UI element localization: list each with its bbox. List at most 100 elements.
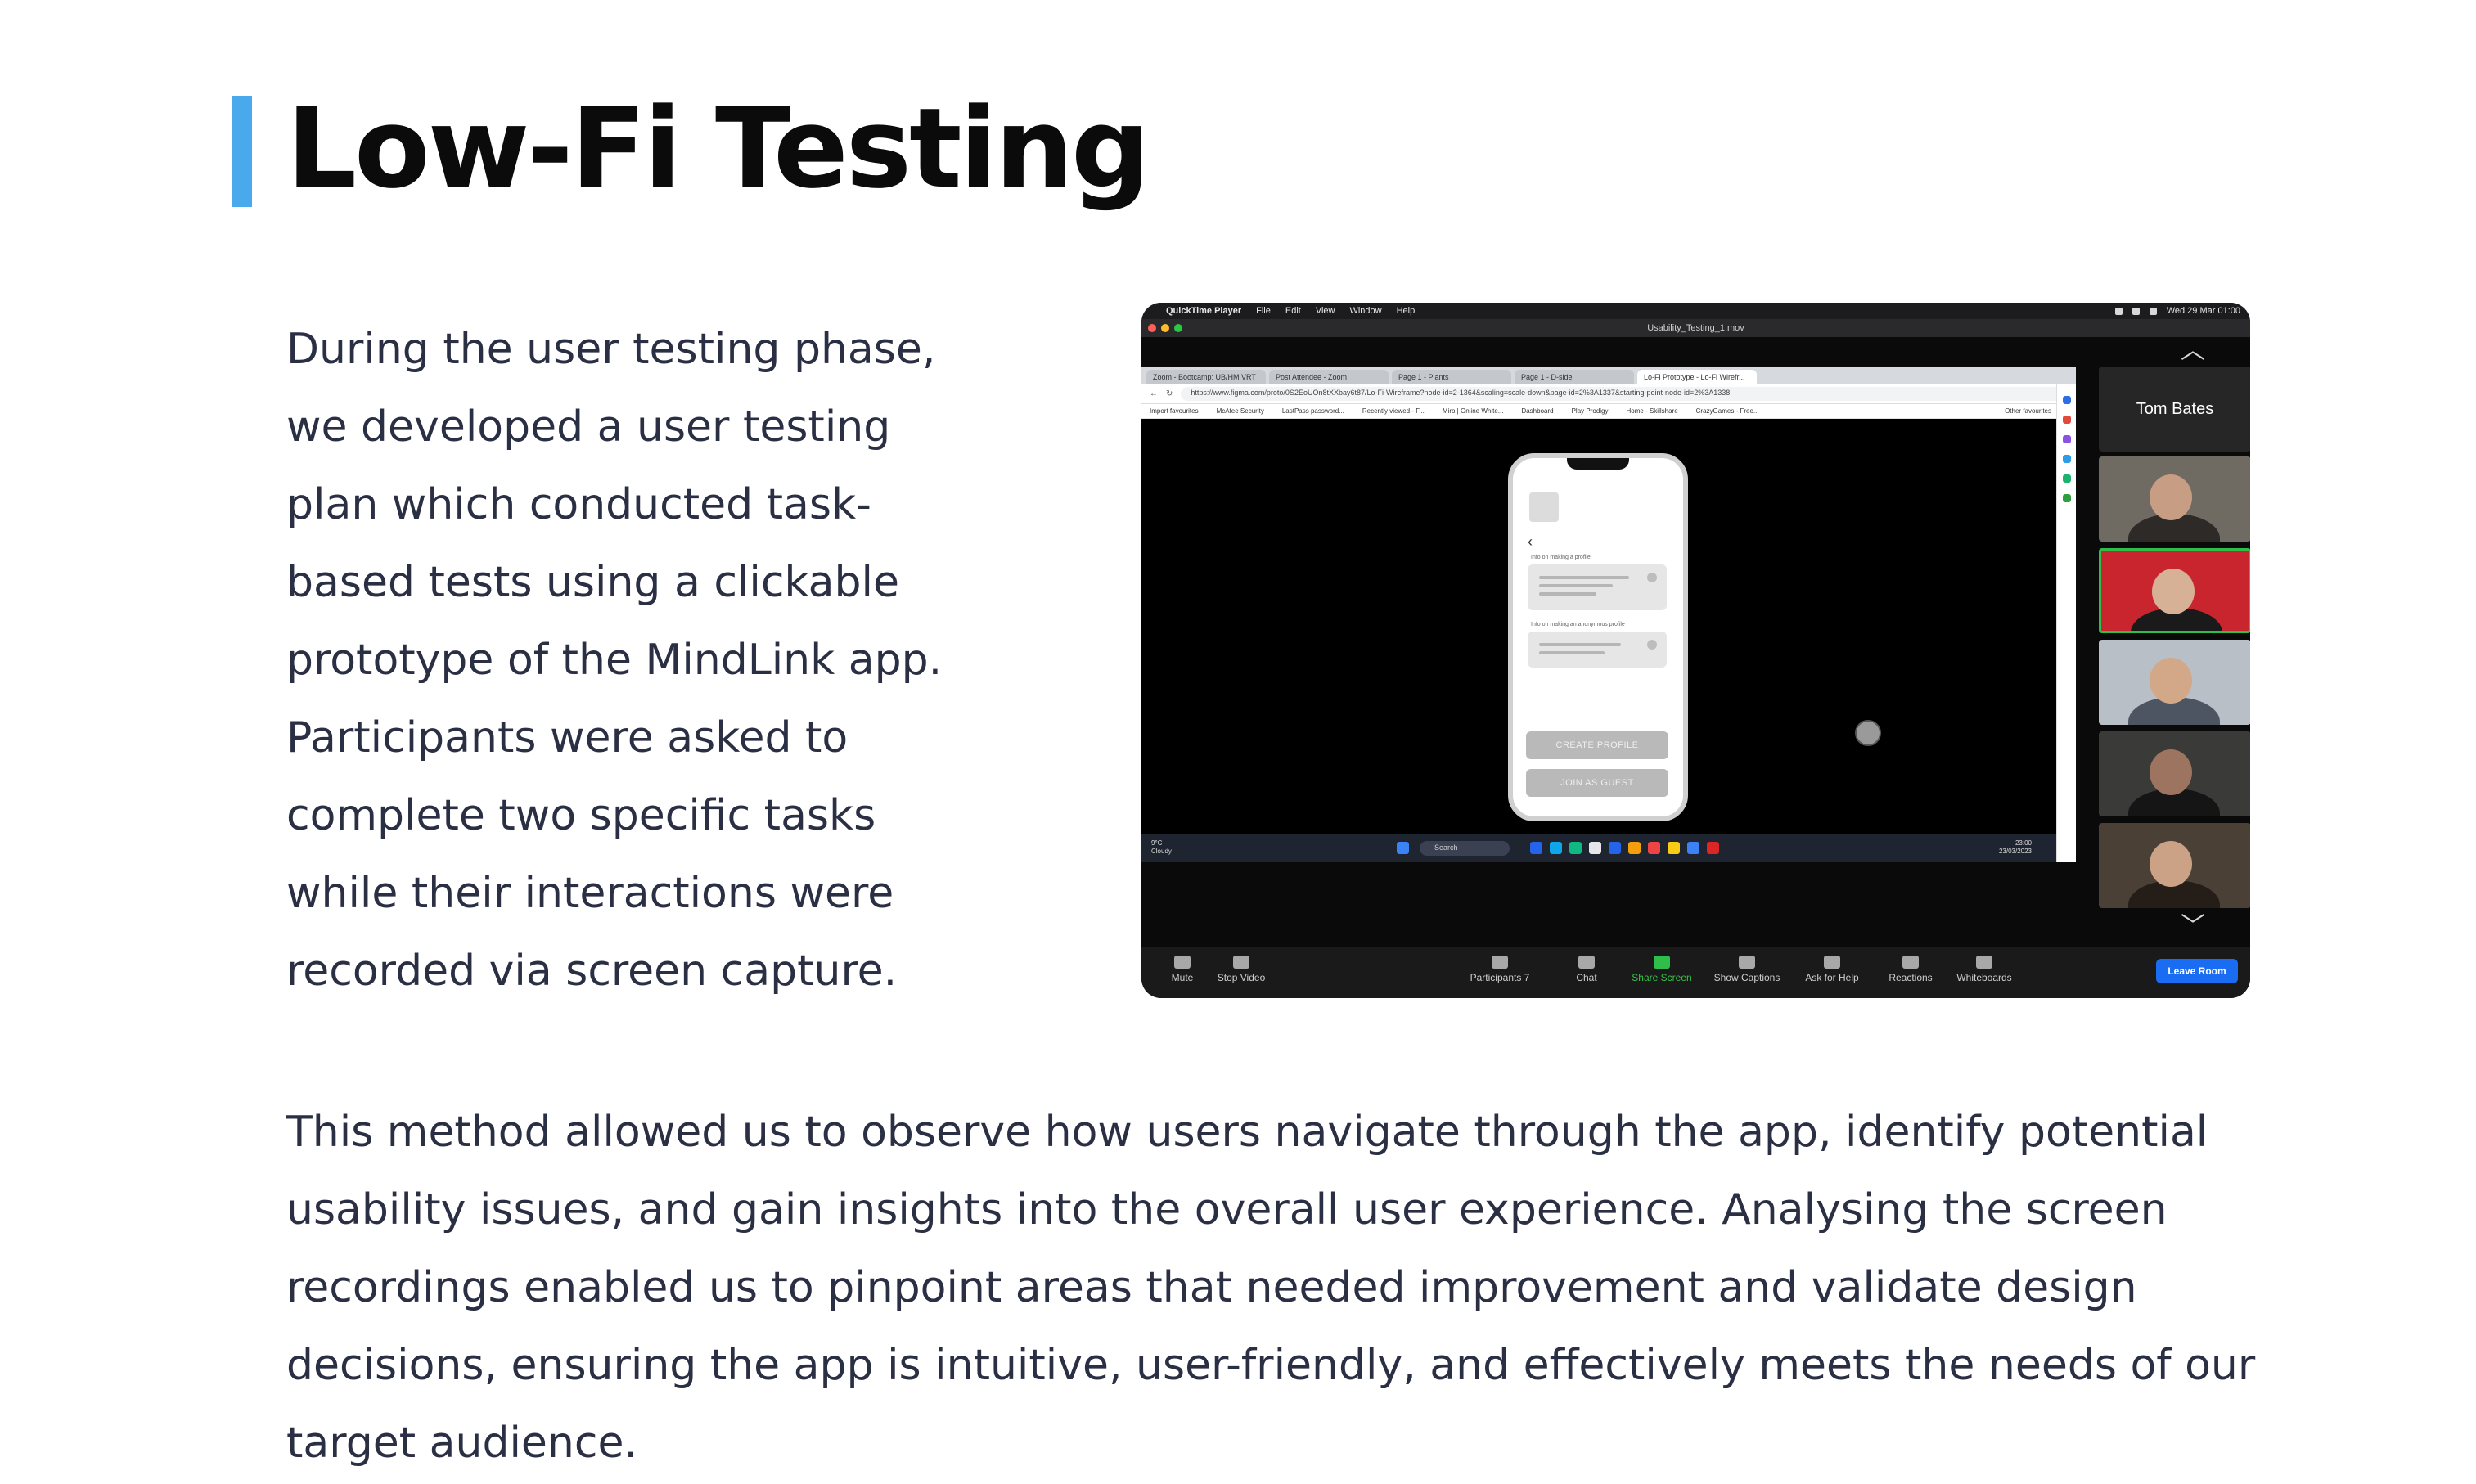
menu-help: Help <box>1396 306 1416 316</box>
taskbar-app-icon <box>1609 842 1621 854</box>
participant-video <box>2099 640 2250 725</box>
show-captions-button: Show Captions <box>1706 956 1788 983</box>
captions-icon <box>1739 956 1755 969</box>
browser-tab: Page 1 - D-side <box>1515 370 1634 384</box>
browser-tab-active: Lo-Fi Prototype - Lo-Fi Wirefr... <box>1637 370 1757 384</box>
sidebar-app-icon <box>2062 455 2071 463</box>
browser-tab: Zoom - Bootcamp: UB/HM VRT <box>1146 370 1266 384</box>
intro-line: recorded via screen capture. <box>286 947 898 996</box>
reactions-label: Reactions <box>1889 972 1933 983</box>
reactions-button: Reactions <box>1870 956 1952 983</box>
stop-video-label: Stop Video <box>1217 972 1266 983</box>
weather-widget: 9°C Cloudy <box>1151 839 1172 856</box>
participants-button: Participants 7 <box>1459 956 1541 983</box>
anonymous-info-card <box>1528 632 1667 668</box>
favourites-bar: Import favourites McAfee Security LastPa… <box>1141 404 2076 419</box>
profile-info-label: Info on making a profile <box>1531 555 1591 560</box>
taskbar-app-icon <box>1707 842 1719 854</box>
outro-line: usability issues, and gain insights into… <box>286 1185 2168 1234</box>
join-as-guest-button: JOIN AS GUEST <box>1526 769 1668 797</box>
radio-placeholder <box>1647 640 1657 650</box>
participant-video-active <box>2099 548 2250 633</box>
help-icon <box>1824 956 1840 969</box>
menu-edit: Edit <box>1285 306 1301 316</box>
clock-time: 23:00 <box>2015 839 2032 847</box>
outro-paragraph: This method allowed us to observe how us… <box>286 1094 2365 1482</box>
chat-label: Chat <box>1576 972 1597 983</box>
taskbar-app-icon <box>1648 842 1660 854</box>
windows-start-icon <box>1397 842 1409 854</box>
participant-head <box>2150 474 2192 520</box>
intro-line: During the user testing phase, <box>286 325 936 374</box>
text-line-placeholder <box>1539 584 1613 587</box>
usability-test-screenshot: QuickTime Player File Edit View Window H… <box>1141 303 2250 998</box>
whiteboards-button: Whiteboards <box>1943 956 2025 983</box>
outro-line: decisions, ensuring the app is intuitive… <box>286 1341 2256 1390</box>
minimize-icon <box>1161 324 1169 332</box>
anonymous-info-label: Info on making an anonymous profile <box>1531 622 1625 627</box>
cursor-indicator <box>1855 720 1881 746</box>
video-camera-icon <box>1233 956 1249 969</box>
taskbar-app-icon <box>1530 842 1542 854</box>
participant-head <box>2150 658 2192 704</box>
participant-gallery: Tom Bates <box>2091 367 2250 931</box>
chevron-down-icon: ﹀ <box>2181 913 2205 940</box>
taskbar-search: Search <box>1420 841 1510 856</box>
intro-paragraph: During the user testing phase, we develo… <box>286 311 990 1010</box>
taskbar-clock: 23:00 23/03/2023 <box>1999 839 2032 856</box>
close-icon <box>1148 324 1156 332</box>
sidebar-app-icon <box>2062 474 2071 483</box>
url-field: https://www.figma.com/proto/0S2EoUOn8tXX… <box>1181 387 2076 401</box>
show-captions-label: Show Captions <box>1713 972 1780 983</box>
favourite-item: Recently viewed - F... <box>1362 407 1425 415</box>
outro-line: recordings enabled us to pinpoint areas … <box>286 1263 2137 1312</box>
outro-line: This method allowed us to observe how us… <box>286 1108 2208 1157</box>
maximize-icon <box>1174 324 1182 332</box>
clock-date: 23/03/2023 <box>1998 848 2032 855</box>
ask-for-help-label: Ask for Help <box>1805 972 1859 983</box>
chat-button: Chat <box>1546 956 1627 983</box>
intro-line: while their interactions were <box>286 869 894 918</box>
participant-head <box>2152 569 2195 614</box>
chevron-up-icon: ︿ <box>2181 337 2205 364</box>
participant-video <box>2099 456 2250 542</box>
browser-address-bar: ← ↻ https://www.figma.com/proto/0S2EoUOn… <box>1141 384 2076 404</box>
text-line-placeholder <box>1539 651 1605 654</box>
menu-view: View <box>1315 306 1335 316</box>
image-placeholder-icon <box>1529 492 1559 522</box>
sidebar-app-icon <box>2062 435 2071 443</box>
browser-window: Zoom - Bootcamp: UB/HM VRT Post Attendee… <box>1141 367 2076 862</box>
participants-icon <box>1492 956 1508 969</box>
favourite-item: Play Prodigy <box>1571 407 1609 415</box>
mute-label: Mute <box>1171 972 1194 983</box>
whiteboard-icon <box>1976 956 1992 969</box>
menu-window: Window <box>1349 306 1382 316</box>
participant-name-tile: Tom Bates <box>2099 367 2250 452</box>
favourite-item: McAfee Security <box>1216 407 1264 415</box>
video-filename: Usability_Testing_1.mov <box>1647 323 1744 333</box>
chat-icon <box>1578 956 1595 969</box>
weather-temp: 9°C <box>1151 839 1163 847</box>
browser-tab: Post Attendee - Zoom <box>1269 370 1389 384</box>
ask-for-help-button: Ask for Help <box>1791 956 1873 983</box>
participants-count: 7 <box>1524 972 1530 983</box>
whiteboards-label: Whiteboards <box>1956 972 2012 983</box>
taskbar-app-icon <box>1569 842 1582 854</box>
radio-placeholder <box>1647 573 1657 582</box>
favourite-item: Home - Skillshare <box>1626 407 1678 415</box>
participant-head <box>2150 749 2192 795</box>
title-accent-bar <box>232 96 252 207</box>
favourite-item: Miro | Online White... <box>1442 407 1504 415</box>
menu-file: File <box>1256 306 1271 316</box>
emoji-icon <box>1902 956 1919 969</box>
intro-line: we developed a user testing <box>286 402 891 452</box>
text-line-placeholder <box>1539 643 1621 646</box>
weather-desc: Cloudy <box>1151 848 1172 855</box>
windows-taskbar: 9°C Cloudy Search 23:00 23/03/2023 <box>1141 834 2056 862</box>
share-screen-icon <box>1654 956 1670 969</box>
share-screen-label: Share Screen <box>1632 972 1692 983</box>
outro-line: target audience. <box>286 1419 637 1468</box>
participants-label: Participants <box>1470 972 1522 983</box>
taskbar-app-icon <box>1687 842 1699 854</box>
create-profile-button: CREATE PROFILE <box>1526 731 1668 759</box>
